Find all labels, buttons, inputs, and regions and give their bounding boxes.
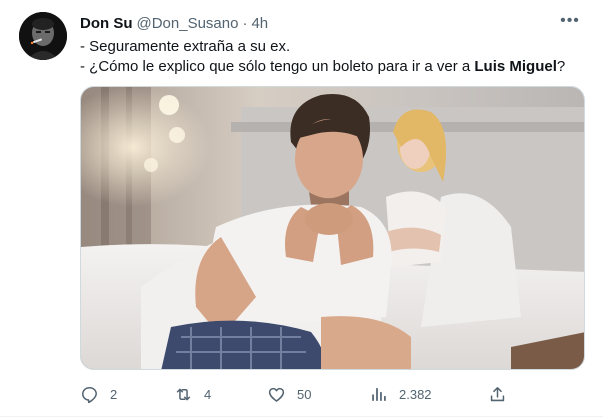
tweet-text-line-2: - ¿Cómo le explico que sólo tengo un bol…: [80, 57, 583, 77]
views-button[interactable]: 2.382: [369, 381, 432, 407]
tweet[interactable]: Don Su @Don_Susano · 4h ••• - Segurament…: [0, 0, 603, 417]
reply-button[interactable]: 2: [80, 381, 117, 407]
tweet-text-line-2-suffix: ?: [556, 58, 566, 75]
photo-illustration: [81, 87, 584, 369]
tweet-timestamp[interactable]: 4h: [251, 15, 268, 32]
views-count: 2.382: [399, 386, 432, 402]
tweet-text-line-2-prefix: - ¿Cómo le explico que sólo tengo un bol…: [80, 58, 475, 75]
author-display-name[interactable]: Don Su: [80, 15, 133, 32]
like-button[interactable]: 50: [267, 381, 311, 407]
share-button[interactable]: [488, 381, 507, 407]
share-icon: [490, 386, 505, 401]
reply-count: 2: [110, 386, 118, 402]
reply-icon: [82, 386, 97, 403]
header-separator: ·: [242, 14, 248, 32]
heart-icon: [268, 387, 285, 402]
tweet-photo[interactable]: [80, 86, 585, 370]
tweet-text-line-1: - Seguramente extraña a su ex.: [80, 38, 291, 55]
views-chart-icon: [372, 387, 386, 401]
tweet-text-bold: Luis Miguel: [474, 58, 557, 75]
retweet-button[interactable]: 4: [174, 381, 211, 407]
avatar-image: [19, 12, 67, 60]
like-count: 50: [297, 386, 312, 402]
tweet-header: Don Su @Don_Susano · 4h: [80, 13, 583, 33]
retweet-count: 4: [204, 386, 212, 402]
retweet-icon: [176, 388, 191, 400]
author-handle[interactable]: @Don_Susano: [137, 15, 239, 32]
more-options-icon[interactable]: •••: [555, 8, 585, 34]
avatar[interactable]: [19, 12, 67, 60]
tweet-actions: 2 4 50 2.382: [80, 381, 510, 407]
tweet-text: - Seguramente extraña a su ex. - ¿Cómo l…: [80, 37, 583, 77]
